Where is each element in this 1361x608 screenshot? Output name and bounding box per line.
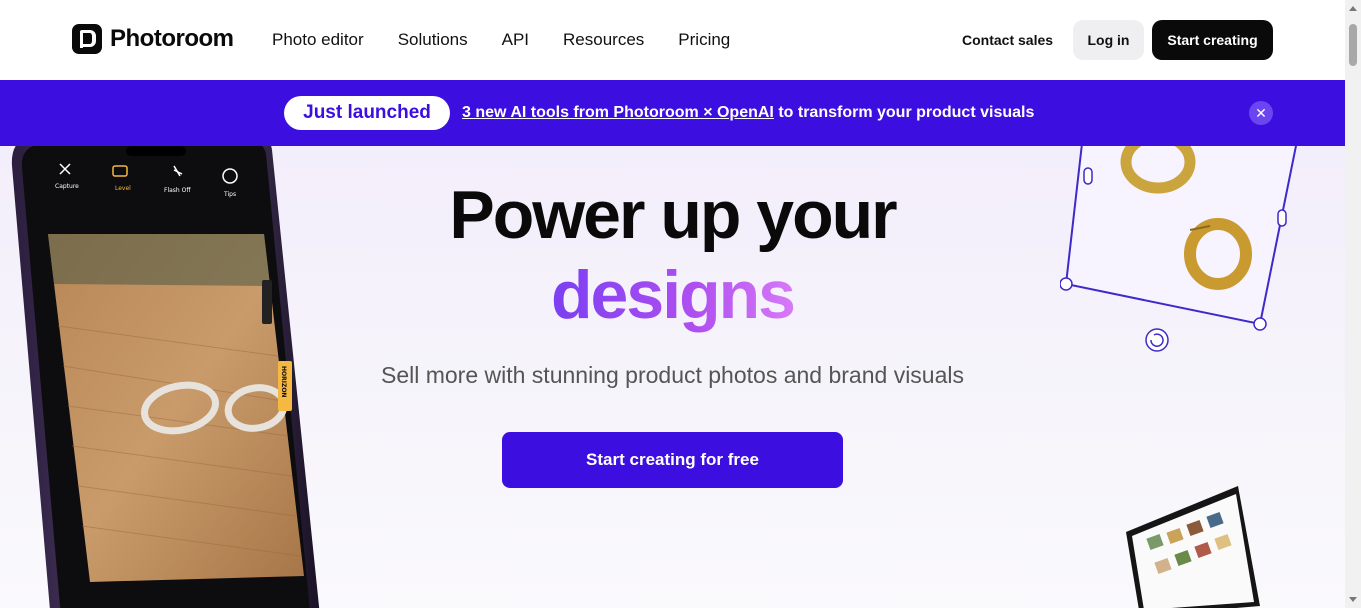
brand-name: Photoroom [110, 25, 234, 52]
login-button[interactable]: Log in [1073, 20, 1144, 60]
page-scrollbar[interactable] [1345, 0, 1361, 608]
just-launched-badge: Just launched [284, 96, 450, 130]
close-icon[interactable]: ✕ [1249, 101, 1273, 125]
announcement-banner: Just launched 3 new AI tools from Photor… [0, 80, 1345, 146]
hero-title-line1: Power up your [449, 177, 897, 253]
hero-section: Capture Level Flash Off Tips HORIZON Pow… [0, 146, 1345, 608]
nav-links: Photo editor Solutions API Resources Pri… [272, 30, 764, 50]
hero-subtitle: Sell more with stunning product photos a… [380, 362, 964, 388]
hero-title-line2: designs [0, 256, 1345, 334]
nav-solutions[interactable]: Solutions [398, 30, 468, 50]
scroll-up-icon[interactable] [1349, 6, 1357, 11]
nav-pricing[interactable]: Pricing [678, 30, 730, 50]
scroll-down-icon[interactable] [1349, 597, 1357, 602]
start-creating-free-button[interactable]: Start creating for free [502, 432, 843, 488]
photoroom-logo-icon [72, 24, 102, 54]
brand-logo[interactable]: Photoroom [72, 24, 234, 54]
start-creating-button[interactable]: Start creating [1152, 20, 1273, 60]
banner-link[interactable]: 3 new AI tools from Photoroom × OpenAI [462, 104, 774, 121]
scroll-thumb[interactable] [1349, 24, 1357, 66]
top-nav: Photoroom Photo editor Solutions API Res… [0, 0, 1345, 80]
nav-api[interactable]: API [502, 30, 529, 50]
banner-rest-text: to transform your product visuals [773, 104, 1035, 121]
nav-photo-editor[interactable]: Photo editor [272, 30, 364, 50]
banner-text: 3 new AI tools from Photoroom × OpenAI t… [462, 104, 1034, 122]
nav-resources[interactable]: Resources [563, 30, 644, 50]
hero-title-gradient: designs [551, 257, 796, 333]
contact-sales-link[interactable]: Contact sales [962, 32, 1053, 48]
laptop-illustration [1126, 486, 1260, 608]
